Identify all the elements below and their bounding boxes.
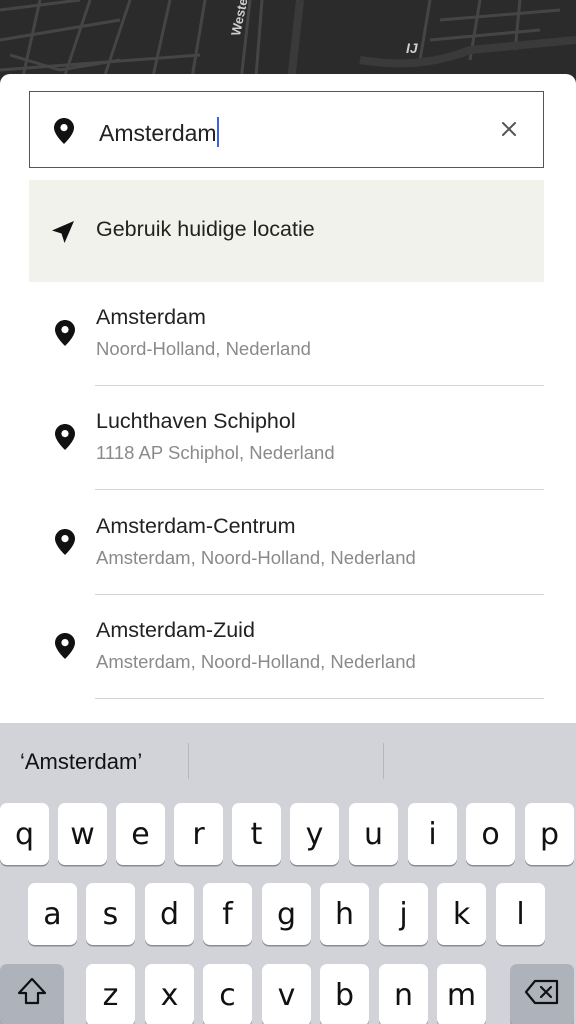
result-item[interactable]: Amsterdam-Centrum Amsterdam, Noord-Holla… (29, 491, 544, 595)
divider (95, 698, 544, 699)
key-z[interactable]: z (86, 964, 135, 1024)
navigation-arrow-icon (51, 220, 75, 249)
key-l[interactable]: l (496, 883, 545, 945)
location-pin-icon (55, 424, 75, 455)
key-e[interactable]: e (116, 803, 165, 865)
key-g[interactable]: g (262, 883, 311, 945)
key-m[interactable]: m (437, 964, 486, 1024)
key-y[interactable]: y (290, 803, 339, 865)
result-title: Luchthaven Schiphol (96, 409, 296, 433)
backspace-icon (524, 978, 560, 1013)
close-icon[interactable] (499, 119, 519, 139)
divider (95, 489, 544, 490)
key-v[interactable]: v (262, 964, 311, 1024)
map-water-label: IJ (406, 40, 418, 56)
key-p[interactable]: p (525, 803, 574, 865)
result-subtitle: Amsterdam, Noord-Holland, Nederland (96, 651, 416, 672)
key-h[interactable]: h (320, 883, 369, 945)
result-item[interactable]: Amsterdam-Zuid Amsterdam, Noord-Holland,… (29, 595, 544, 699)
key-c[interactable]: c (203, 964, 252, 1024)
shift-icon (16, 976, 48, 1014)
backspace-key[interactable] (510, 964, 574, 1024)
key-r[interactable]: r (174, 803, 223, 865)
key-f[interactable]: f (203, 883, 252, 945)
location-pin-icon (55, 633, 75, 664)
suggestion-separator (188, 743, 189, 779)
keyboard-suggestion[interactable]: ‘Amsterdam’ (20, 749, 142, 775)
result-subtitle: Amsterdam, Noord-Holland, Nederland (96, 547, 416, 568)
result-item[interactable]: Amsterdam Noord-Holland, Nederland (29, 282, 544, 386)
key-x[interactable]: x (145, 964, 194, 1024)
key-d[interactable]: d (145, 883, 194, 945)
use-current-location-button[interactable]: Gebruik huidige locatie (29, 180, 544, 282)
key-t[interactable]: t (232, 803, 281, 865)
keyboard-suggestion-bar: ‘Amsterdam’ (0, 723, 576, 799)
key-s[interactable]: s (86, 883, 135, 945)
key-n[interactable]: n (379, 964, 428, 1024)
key-a[interactable]: a (28, 883, 77, 945)
search-input-value[interactable]: Amsterdam (99, 117, 219, 147)
location-pin-icon (55, 320, 75, 351)
key-u[interactable]: u (349, 803, 398, 865)
text-caret (216, 117, 219, 147)
key-o[interactable]: o (466, 803, 515, 865)
key-k[interactable]: k (437, 883, 486, 945)
location-pin-icon (55, 529, 75, 560)
key-w[interactable]: w (58, 803, 107, 865)
result-title: Amsterdam (96, 305, 206, 329)
shift-key[interactable] (0, 964, 64, 1024)
location-pin-icon (54, 118, 74, 149)
key-i[interactable]: i (408, 803, 457, 865)
result-title: Amsterdam-Centrum (96, 514, 296, 538)
key-q[interactable]: q (0, 803, 49, 865)
location-search-input[interactable]: Amsterdam (29, 91, 544, 168)
onscreen-keyboard: ‘Amsterdam’ q w e r t y u i o p a s d f … (0, 723, 576, 1024)
result-subtitle: 1118 AP Schiphol, Nederland (96, 442, 335, 463)
location-search-sheet: Amsterdam Gebruik huidige locatie Amster… (0, 74, 576, 724)
result-title: Amsterdam-Zuid (96, 618, 255, 642)
key-j[interactable]: j (379, 883, 428, 945)
suggestion-separator (383, 743, 384, 779)
key-b[interactable]: b (320, 964, 369, 1024)
result-subtitle: Noord-Holland, Nederland (96, 338, 311, 359)
result-item[interactable]: Luchthaven Schiphol 1118 AP Schiphol, Ne… (29, 386, 544, 490)
current-location-label: Gebruik huidige locatie (96, 217, 315, 241)
